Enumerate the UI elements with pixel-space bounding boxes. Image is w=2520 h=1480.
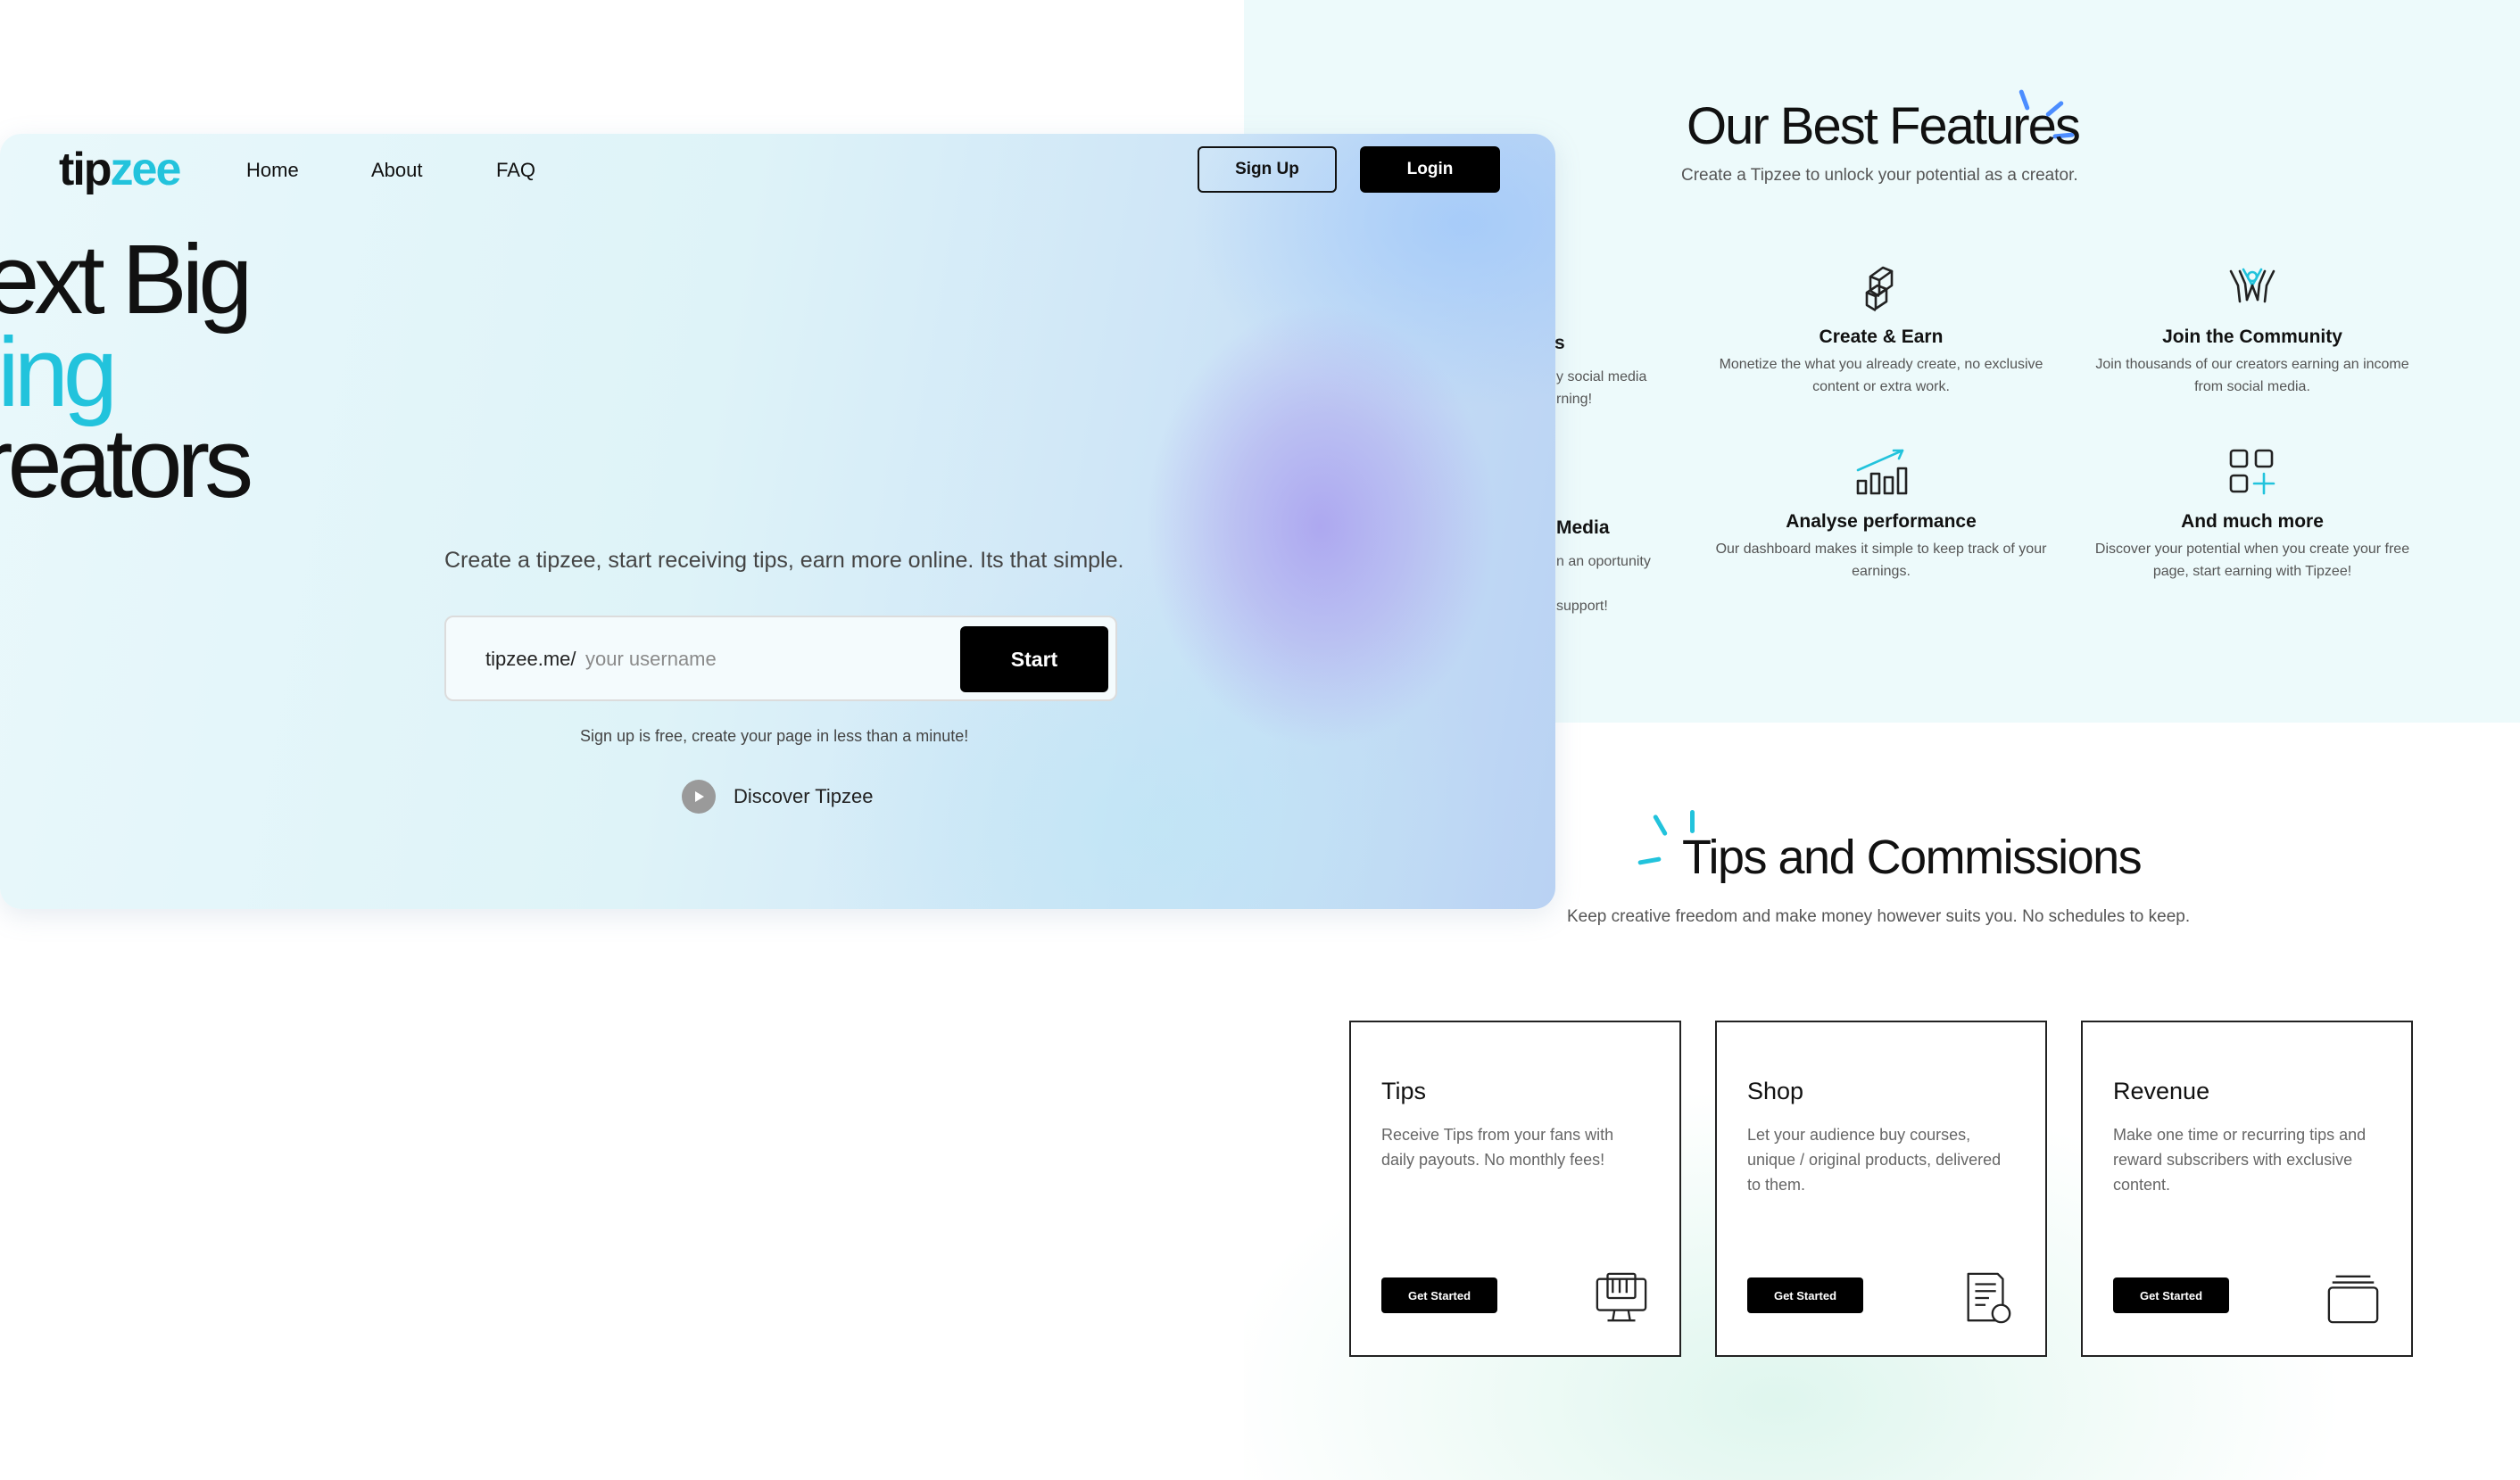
discover-label: Discover Tipzee	[734, 785, 874, 807]
feature-community: Join the Community Join thousands of our…	[2083, 259, 2422, 398]
card-desc: Make one time or recurring tips and rewa…	[2113, 1126, 2367, 1194]
discover-link[interactable]: Discover Tipzee	[682, 780, 874, 814]
card-title: Revenue	[2113, 1078, 2210, 1104]
feature-title: Analyse performance	[1786, 511, 1977, 532]
signup-note: Sign up is free, create your page in les…	[580, 727, 969, 745]
play-icon	[682, 780, 716, 814]
card-desc: Let your audience buy courses, unique / …	[1747, 1126, 2002, 1194]
logo-text-zee: zee	[110, 144, 182, 195]
feature-analyse: Analyse performance Our dashboard makes …	[1712, 443, 2051, 583]
card-title: Shop	[1747, 1078, 1804, 1104]
feature-much-more: And much more Discover your potential wh…	[2083, 443, 2422, 583]
headline-line2: Thing	[0, 318, 118, 427]
feature-desc-partial: rning!	[1556, 392, 1593, 407]
feature-desc: Discover your potential when you create …	[2094, 542, 2410, 579]
card-desc: Receive Tips from your fans with daily p…	[1381, 1126, 1614, 1169]
stack-icon	[2327, 1275, 2379, 1324]
login-button[interactable]: Login	[1360, 146, 1500, 193]
grid-plus-icon	[2229, 449, 2275, 495]
sign-up-button[interactable]: Sign Up	[1198, 146, 1337, 193]
feature-desc: Our dashboard makes it simple to keep tr…	[1715, 542, 2047, 579]
tips-title: Tips and Commissions	[1682, 831, 2143, 884]
feature-desc: Monetize the what you already create, no…	[1719, 357, 2043, 394]
feature-title-partial: Media	[1556, 517, 1610, 538]
nav-about[interactable]: About	[371, 159, 423, 182]
get-started-button[interactable]: Get Started	[1381, 1277, 1497, 1313]
get-started-button[interactable]: Get Started	[2113, 1277, 2229, 1313]
feature-desc-partial: y social media	[1556, 369, 1647, 384]
start-button[interactable]: Start	[960, 626, 1108, 692]
community-icon	[2229, 268, 2275, 303]
tips-subtitle: Keep creative freedom and make money how…	[1567, 907, 2191, 926]
feature-desc: Join thousands of our creators earning a…	[2095, 357, 2409, 394]
nav-faq[interactable]: FAQ	[496, 159, 535, 182]
headline-line1: The Next Big	[0, 225, 253, 335]
feature-create-earn: Create & Earn Monetize the what you alre…	[1712, 259, 2051, 398]
tipzee-logo[interactable]: tipzee	[59, 143, 182, 196]
card-revenue: Revenue Make one time or recurring tips …	[2081, 1021, 2413, 1357]
feature-title: And much more	[2181, 511, 2324, 532]
hero-subtitle: Create a tipzee, start receiving tips, e…	[444, 548, 1124, 573]
features-title: Our Best Features	[1687, 97, 2081, 155]
feature-desc-partial: support!	[1556, 599, 1608, 614]
logo-text-tip: tip	[59, 144, 112, 195]
box-stack-icon	[1865, 266, 1894, 312]
username-input[interactable]	[585, 645, 907, 674]
chart-growth-icon	[1856, 449, 1908, 495]
features-subtitle: Create a Tipzee to unlock your potential…	[1681, 166, 2078, 185]
nav-home[interactable]: Home	[246, 159, 299, 182]
card-tips: Tips Receive Tips from your fans with da…	[1349, 1021, 1681, 1357]
hero-card: tipzee Home About FAQ Sign Up Login The …	[0, 134, 1555, 909]
document-icon	[1967, 1272, 2011, 1324]
url-prefix: tipzee.me/	[485, 648, 576, 670]
card-title: Tips	[1381, 1078, 1427, 1104]
get-started-button[interactable]: Get Started	[1747, 1277, 1863, 1313]
feature-title-partial: s	[1554, 333, 1565, 353]
username-signup-form: tipzee.me/ Start	[444, 616, 1117, 701]
monitor-icon	[1596, 1272, 1647, 1322]
headline-line3: For Creators	[0, 409, 253, 518]
feature-desc-partial: n an oportunity	[1556, 554, 1651, 569]
card-shop: Shop Let your audience buy courses, uniq…	[1715, 1021, 2047, 1357]
feature-title: Create & Earn	[1819, 327, 1944, 347]
feature-title: Join the Community	[2162, 327, 2342, 347]
